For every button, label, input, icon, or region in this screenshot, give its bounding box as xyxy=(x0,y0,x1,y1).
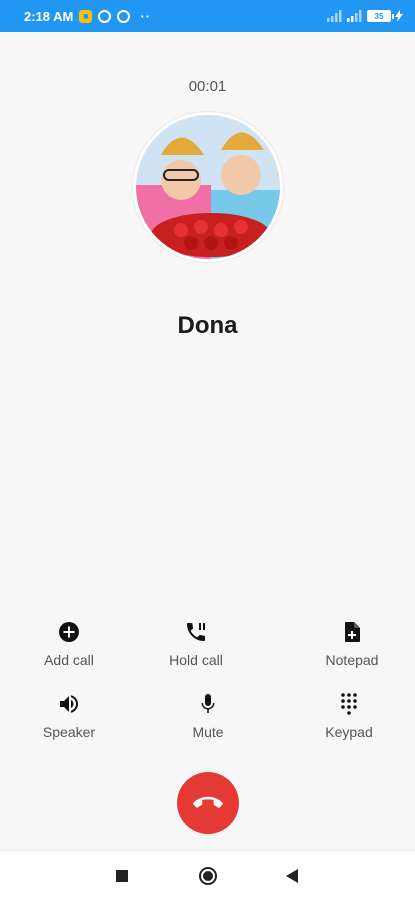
call-timer: 00:01 xyxy=(188,78,227,95)
recents-button[interactable] xyxy=(115,869,129,888)
charging-icon xyxy=(395,10,403,22)
system-nav-bar xyxy=(0,850,415,900)
dialpad-icon xyxy=(341,693,357,715)
add-call-label: Add call xyxy=(44,652,94,668)
keypad-button[interactable]: Keypad xyxy=(289,692,409,742)
add-circle-icon xyxy=(59,622,79,642)
speaker-icon xyxy=(60,695,78,713)
back-triangle-icon xyxy=(286,869,298,883)
add-call-button[interactable]: Add call xyxy=(9,620,129,670)
avatar-image xyxy=(136,115,280,259)
speaker-label: Speaker xyxy=(42,724,96,740)
mute-button[interactable]: Mute xyxy=(148,692,268,742)
contact-avatar xyxy=(133,112,283,262)
hold-call-button[interactable]: Hold call xyxy=(136,620,256,670)
note-add-icon xyxy=(345,622,360,642)
notepad-button[interactable]: Notepad xyxy=(292,620,412,670)
signal-icon xyxy=(327,10,342,22)
notification-circle-icon xyxy=(98,9,112,23)
back-button[interactable] xyxy=(285,868,299,889)
more-notifications-icon: ·· xyxy=(140,8,152,24)
mute-label: Mute xyxy=(192,724,224,740)
recents-square-icon xyxy=(116,870,128,882)
home-button[interactable] xyxy=(198,866,218,891)
battery-icon: 35 xyxy=(367,10,394,22)
status-bar: 2:18 AM ■ ·· 35 xyxy=(0,0,415,32)
notification-app-icon: ■ xyxy=(79,9,93,23)
speaker-button[interactable]: Speaker xyxy=(9,692,129,742)
status-time: 2:18 AM xyxy=(24,8,74,24)
hang-up-icon xyxy=(193,796,223,808)
notification-circle-icon-2 xyxy=(117,9,131,23)
keypad-label: Keypad xyxy=(325,724,373,740)
home-circle-icon xyxy=(199,867,217,885)
phone-pause-icon xyxy=(187,623,205,641)
signal-icon-2 xyxy=(347,10,362,22)
end-call-button[interactable] xyxy=(177,772,239,834)
microphone-icon xyxy=(201,694,215,713)
notepad-label: Notepad xyxy=(325,652,379,668)
contact-name: Dona xyxy=(177,312,238,339)
hold-call-label: Hold call xyxy=(169,652,223,668)
